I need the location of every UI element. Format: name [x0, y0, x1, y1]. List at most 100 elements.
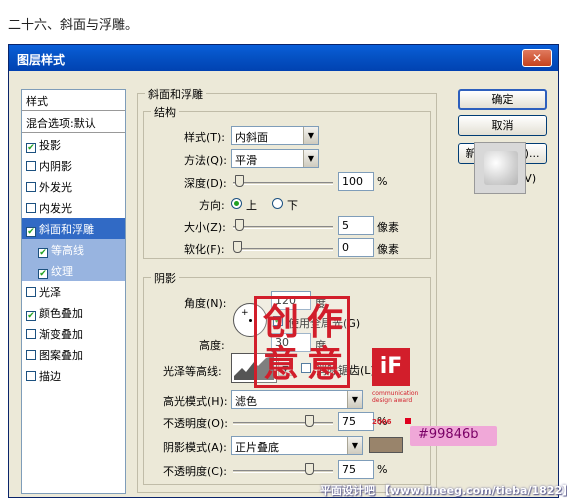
style-item-contour[interactable]: ✔ 等高线 — [22, 239, 125, 260]
style-item-label: 内阴影 — [39, 160, 72, 173]
checkbox-inner-shadow[interactable] — [26, 161, 36, 171]
style-item-label: 内发光 — [39, 202, 72, 215]
chevron-down-icon[interactable]: ▼ — [303, 150, 318, 167]
chevron-down-icon[interactable]: ▼ — [347, 437, 362, 454]
chevron-down-icon[interactable]: ▼ — [303, 127, 318, 144]
direction-up-radio[interactable] — [231, 198, 242, 209]
style-item-label: 纹理 — [51, 265, 73, 278]
size-input[interactable]: 5 — [338, 216, 374, 235]
structure-title: 结构 — [151, 104, 179, 120]
depth-unit: % — [377, 175, 388, 188]
soften-unit: 像素 — [377, 243, 399, 256]
soften-slider-thumb[interactable] — [233, 241, 242, 253]
crosshair-icon: + — [241, 308, 249, 318]
style-item-label: 图案叠加 — [39, 349, 83, 362]
red-seal-stamp: 创 作 意 意 — [254, 296, 350, 388]
style-item-stroke[interactable]: 描边 — [22, 365, 125, 386]
technique-select-value: 平滑 — [235, 154, 257, 167]
shadow-mode-value: 正片叠底 — [235, 441, 279, 454]
bevel-emboss-title: 斜面和浮雕 — [145, 86, 206, 102]
highlight-mode-label: 高光模式(H): — [163, 395, 228, 408]
direction-down-radio[interactable] — [272, 198, 283, 209]
highlight-mode-select[interactable]: 滤色 ▼ — [231, 390, 363, 409]
style-item-bevel-emboss[interactable]: ✔ 斜面和浮雕 — [22, 218, 125, 239]
seal-char: 意 — [262, 343, 299, 385]
color-hex-annotation: #99846b — [410, 426, 497, 446]
checkbox-stroke[interactable] — [26, 371, 36, 381]
size-unit: 像素 — [377, 221, 399, 234]
checkbox-color-overlay[interactable]: ✔ — [26, 311, 36, 321]
style-item-label: 光泽 — [39, 286, 61, 299]
style-item-drop-shadow[interactable]: ✔ 投影 — [22, 134, 125, 155]
checkbox-texture[interactable]: ✔ — [38, 269, 48, 279]
depth-label: 深度(D): — [184, 177, 227, 190]
soften-slider[interactable] — [233, 248, 333, 251]
style-item-label: 斜面和浮雕 — [39, 223, 94, 236]
footer-watermark: 平面设计吧 【www.lineeg.com/tieba/1822】 — [320, 484, 567, 497]
size-slider-thumb[interactable] — [235, 219, 244, 231]
award-caption: communication design award — [372, 390, 419, 404]
size-slider[interactable] — [233, 226, 333, 229]
direction-up-label: 上 — [246, 199, 257, 212]
shadow-mode-select[interactable]: 正片叠底 ▼ — [231, 436, 363, 455]
page-heading: 二十六、斜面与浮雕。 — [8, 18, 139, 33]
technique-label: 方法(Q): — [184, 154, 227, 167]
checkbox-bevel-emboss[interactable]: ✔ — [26, 227, 36, 237]
style-item-texture[interactable]: ✔ 纹理 — [22, 260, 125, 281]
style-item-color-overlay[interactable]: ✔ 颜色叠加 — [22, 302, 125, 323]
style-select[interactable]: 内斜面 ▼ — [231, 126, 319, 145]
highlight-opacity-slider[interactable] — [233, 422, 333, 425]
ok-button[interactable]: 确定 — [458, 89, 547, 110]
close-button[interactable]: ✕ — [522, 49, 552, 67]
soften-input[interactable]: 0 — [338, 238, 374, 257]
style-select-value: 内斜面 — [235, 131, 268, 144]
styles-list-header[interactable]: 样式 — [22, 90, 125, 111]
checkbox-pattern-overlay[interactable] — [26, 350, 36, 360]
blending-options-item[interactable]: 混合选项:默认 — [22, 112, 125, 133]
highlight-mode-value: 滤色 — [235, 395, 257, 408]
preview-swatch — [484, 151, 518, 185]
shadow-mode-label: 阴影模式(A): — [163, 441, 227, 454]
technique-select[interactable]: 平滑 ▼ — [231, 149, 319, 168]
shadow-opacity-unit: % — [377, 463, 388, 476]
depth-slider-thumb[interactable] — [235, 175, 244, 187]
chevron-down-icon[interactable]: ▼ — [347, 391, 362, 408]
checkbox-contour[interactable]: ✔ — [38, 248, 48, 258]
dialog-title: 图层样式 — [17, 53, 66, 67]
style-item-label: 投影 — [39, 139, 61, 152]
depth-input[interactable]: 100 — [338, 172, 374, 191]
award-year: 2006 — [372, 418, 392, 426]
shadow-opacity-thumb[interactable] — [305, 463, 314, 475]
seal-char: 创 — [262, 301, 299, 343]
soften-label: 软化(F): — [184, 243, 225, 256]
shadow-opacity-slider[interactable] — [233, 470, 333, 473]
style-label: 样式(T): — [184, 131, 226, 144]
if-design-award-logo: iF — [372, 348, 410, 386]
style-item-gradient-overlay[interactable]: 渐变叠加 — [22, 323, 125, 344]
highlight-opacity-input[interactable]: 75 — [338, 412, 374, 431]
style-item-satin[interactable]: 光泽 — [22, 281, 125, 302]
style-item-inner-glow[interactable]: 内发光 — [22, 197, 125, 218]
altitude-label: 高度: — [199, 339, 225, 352]
style-item-outer-glow[interactable]: 外发光 — [22, 176, 125, 197]
style-item-label: 颜色叠加 — [39, 307, 83, 320]
checkbox-satin[interactable] — [26, 287, 36, 297]
checkbox-gradient-overlay[interactable] — [26, 329, 36, 339]
checkbox-outer-glow[interactable] — [26, 182, 36, 192]
checkbox-drop-shadow[interactable]: ✔ — [26, 143, 36, 153]
shadow-color-swatch[interactable] — [369, 437, 403, 453]
angle-label: 角度(N): — [184, 297, 227, 310]
cancel-button[interactable]: 取消 — [458, 115, 547, 136]
shadow-opacity-input[interactable]: 75 — [338, 460, 374, 479]
style-preview-thumbnail — [474, 142, 526, 194]
depth-slider[interactable] — [233, 182, 333, 185]
direction-label: 方向: — [199, 199, 225, 212]
style-item-inner-shadow[interactable]: 内阴影 — [22, 155, 125, 176]
highlight-opacity-label: 不透明度(O): — [163, 417, 228, 430]
direction-down-label: 下 — [287, 199, 298, 212]
style-item-pattern-overlay[interactable]: 图案叠加 — [22, 344, 125, 365]
checkbox-inner-glow[interactable] — [26, 203, 36, 213]
highlight-opacity-thumb[interactable] — [305, 415, 314, 427]
dialog-titlebar: 图层样式 ✕ — [9, 45, 558, 71]
shadow-opacity-label: 不透明度(C): — [163, 465, 227, 478]
